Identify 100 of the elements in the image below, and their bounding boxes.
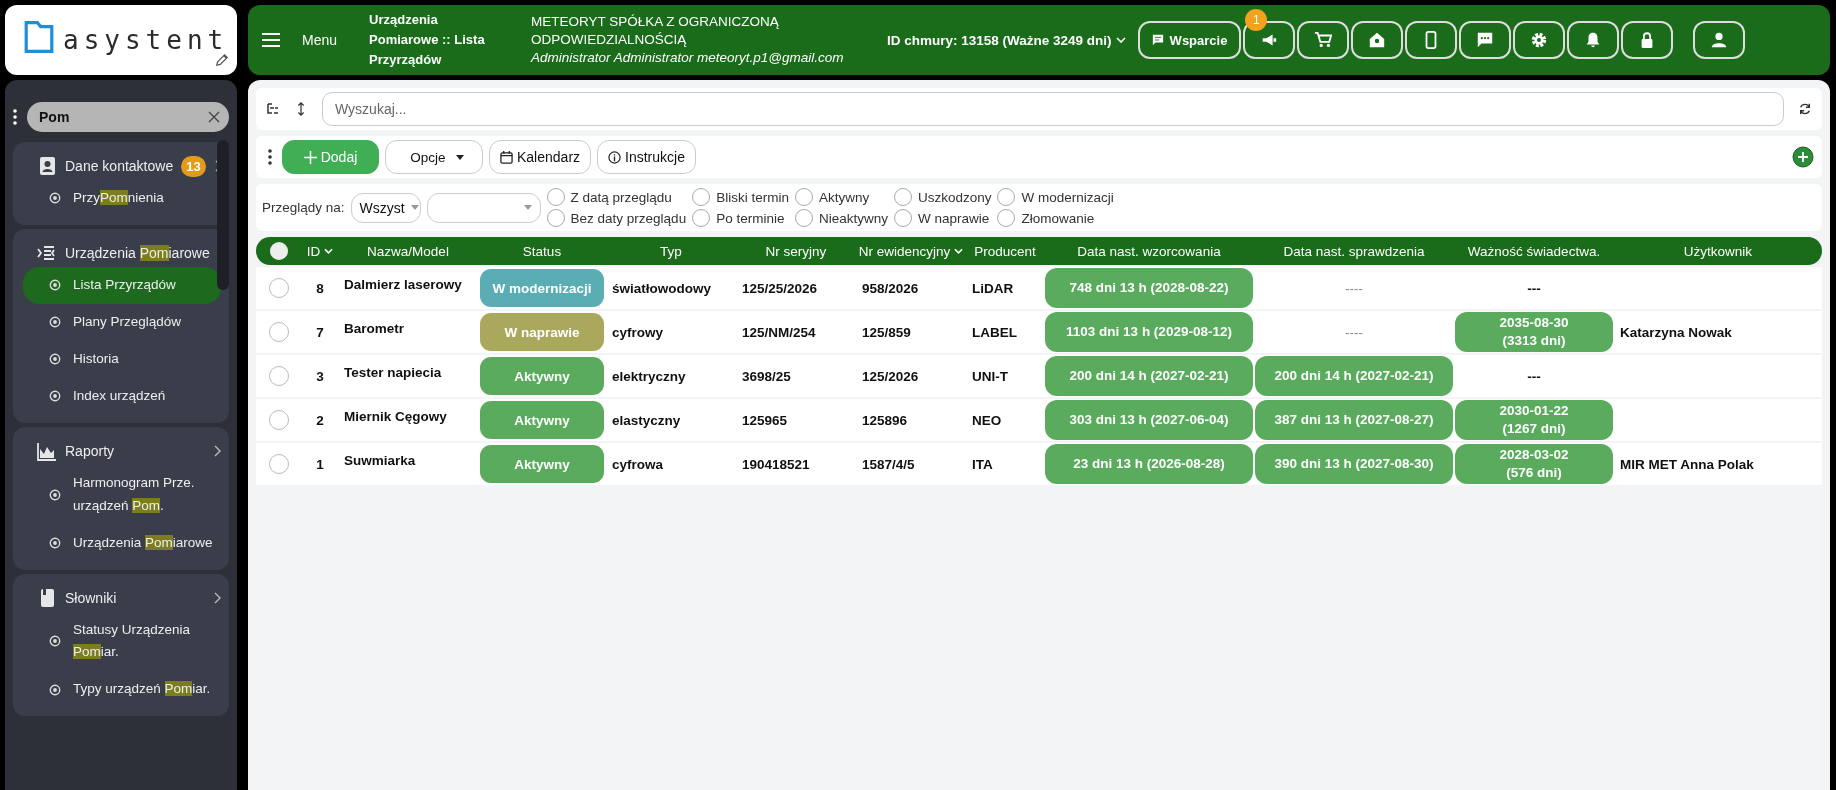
chevron-right-icon[interactable]: [213, 444, 221, 457]
cart-icon: [1314, 31, 1333, 49]
column-header[interactable]: Nr seryjny: [736, 243, 856, 259]
filter-checkbox[interactable]: Nieaktywny: [794, 209, 892, 227]
radio-dot-icon: [49, 683, 61, 696]
support-button[interactable]: Wsparcie: [1137, 21, 1242, 59]
table-row[interactable]: 2 Miernik Cęgowy Aktywny elastyczny 125965 125896 NEO 303 dni 13 h (2027-06-04) 387 dni 13 h (2027-08-27) 2030-01-22 (1267 dni): [256, 399, 1822, 441]
options-dropdown[interactable]: Opcje: [385, 140, 483, 174]
filter-checkbox[interactable]: Po terminie: [692, 209, 793, 227]
scrollbar[interactable]: [217, 140, 229, 290]
row-checkbox[interactable]: [269, 278, 289, 298]
row-checkbox[interactable]: [269, 366, 289, 386]
column-header[interactable]: Data nast. sprawdzenia: [1254, 243, 1454, 259]
menu-item[interactable]: Typy urządzeń Pomiar.: [23, 671, 221, 709]
row-checkbox[interactable]: [269, 454, 289, 474]
column-header[interactable]: Użytkownik: [1614, 243, 1822, 259]
column-header[interactable]: Ważność świadectwa.: [1454, 243, 1614, 259]
chevron-right-icon[interactable]: [213, 591, 221, 604]
menu-item[interactable]: Statusy Urządzenia Pomiar.: [23, 611, 221, 672]
date-pill: 200 dni 14 h (2027-02-21): [1255, 356, 1453, 396]
table-cell-text: cyfrowa: [611, 456, 665, 472]
table-cell-text: 125/NM/254: [741, 324, 817, 340]
row-checkbox[interactable]: [269, 410, 289, 430]
column-header[interactable]: Data nast. wzorcowania: [1044, 243, 1254, 259]
filter-checkbox[interactable]: W naprawie: [893, 209, 996, 227]
cloud-id-dropdown[interactable]: ID chmury: 13158 (Ważne 3249 dni): [887, 32, 1126, 48]
status-pill: W modernizacji: [480, 269, 604, 307]
chat-button[interactable]: [1459, 21, 1512, 59]
column-header[interactable]: Status: [478, 243, 606, 259]
caret-icon: [410, 205, 419, 210]
phone-button[interactable]: [1405, 21, 1458, 59]
period-select[interactable]: Wszyst: [350, 192, 421, 223]
column-header[interactable]: Producent: [966, 243, 1044, 259]
menu-item[interactable]: PrzyPomnienia: [23, 180, 221, 217]
chat-icon: [1151, 34, 1164, 46]
table-row[interactable]: 1 Suwmiarka Aktywny cyfrowa 190418521 1587/4/5 ITA 23 dni 13 h (2026-08-28) 390 dni 13 h (2027-08-30) 2028-03-02 (576 dni) MIR MET Anna Polak: [256, 443, 1822, 485]
date-pill: 200 dni 14 h (2027-02-21): [1045, 356, 1253, 396]
search-field[interactable]: Wyszukaj...: [322, 92, 1784, 126]
column-header[interactable]: Nr ewidencyjny: [856, 243, 966, 259]
menu-group-label[interactable]: Raporty: [65, 442, 115, 459]
menu-item[interactable]: Harmonogram Prze. urządzeń Pom.: [23, 464, 221, 525]
settings-icon: [1530, 31, 1549, 49]
table-cell-text: MIR MET Anna Polak: [1619, 456, 1755, 472]
table-row[interactable]: 3 Tester napiecia Aktywny elektryczny 3698/25 125/2026 UNI-T 200 dni 14 h (2027-02-21) 200 dni 14 h (2027-02-21) ---: [256, 355, 1822, 397]
menu-icon[interactable]: [262, 33, 280, 47]
home-button[interactable]: [1351, 21, 1404, 59]
refresh-icon[interactable]: [1798, 102, 1812, 116]
menu-group-label[interactable]: Dane kontaktowe: [65, 158, 174, 174]
column-header[interactable]: ID: [302, 243, 338, 259]
table-cell-text: 125/859: [861, 324, 912, 340]
column-header[interactable]: Typ: [606, 243, 736, 259]
notifications-button[interactable]: [1567, 21, 1620, 59]
table-cell: ---: [1527, 280, 1541, 296]
user-button[interactable]: [1693, 21, 1746, 59]
filter-label: Przeglądy na:: [262, 200, 345, 215]
menu-item[interactable]: Historia: [23, 340, 221, 378]
kebab-menu-icon[interactable]: [13, 109, 17, 125]
kebab-menu-icon[interactable]: [268, 149, 272, 165]
add-circle-icon[interactable]: [1792, 146, 1814, 168]
select-all-checkbox[interactable]: [270, 242, 288, 260]
table-row[interactable]: 7 Barometr W naprawie cyfrowy 125/NM/254 125/859 LABEL 1103 dni 13 h (2029-08-12) ---- 2035-08-30 (3313 dni) Katarzyna Nowak: [256, 311, 1822, 353]
menu-group-label[interactable]: Urządzenia Pomiarowe: [65, 244, 210, 261]
menu-item[interactable]: Plany Przeglądów: [23, 303, 221, 341]
filter-checkbox[interactable]: Złomowanie: [997, 209, 1118, 227]
clear-icon[interactable]: [208, 111, 220, 123]
calendar-icon: [500, 150, 513, 164]
filter-checkbox[interactable]: Aktywny: [794, 188, 892, 206]
caret-icon: [455, 154, 464, 160]
status-pill: W naprawie: [480, 313, 604, 351]
table-cell-text: 1: [315, 456, 325, 472]
menu-label[interactable]: Menu: [302, 32, 338, 48]
chat-icon: [1476, 31, 1495, 49]
filter-checkbox[interactable]: Bez daty przeglądu: [546, 209, 691, 227]
settings-button[interactable]: [1513, 21, 1566, 59]
table-row[interactable]: 8 Dalmierz laserowy W modernizacji światłowodowy 125/25/2026 958/2026 LiDAR 748 dni 13 h (2028-08-22) ---- ---: [256, 267, 1822, 309]
date-pill: 23 dni 13 h (2026-08-28): [1045, 444, 1253, 484]
menu-group-label[interactable]: Słowniki: [65, 589, 117, 606]
date-pill: 2035-08-30 (3313 dni): [1455, 312, 1613, 352]
cart-button[interactable]: [1297, 21, 1350, 59]
tree-view-icon[interactable]: [266, 102, 280, 116]
menu-item[interactable]: Index urządzeń: [23, 377, 221, 415]
filter-checkbox[interactable]: Uszkodzony: [893, 188, 996, 206]
filter-checkbox[interactable]: Z datą przeglądu: [546, 188, 691, 206]
menu-search-field[interactable]: Pom: [27, 102, 229, 132]
table-cell-text: elastyczny: [611, 412, 682, 428]
lock-button[interactable]: [1621, 21, 1674, 59]
calendar-button[interactable]: Kalendarz: [489, 140, 592, 174]
menu-item[interactable]: Lista Przyrządów: [23, 266, 221, 304]
filter-checkbox[interactable]: W modernizacji: [997, 188, 1118, 206]
table-cell-text: 1587/4/5: [861, 456, 916, 472]
pencil-icon[interactable]: [215, 53, 229, 67]
instructions-button[interactable]: Instrukcje: [597, 140, 696, 174]
column-header[interactable]: Nazwa/Model: [338, 243, 478, 259]
radio-dot-icon: [49, 488, 61, 501]
notification-badge: 1: [1245, 9, 1268, 31]
table-cell-text: 125/25/2026: [741, 280, 819, 296]
filter-checkbox[interactable]: Bliski termin: [692, 188, 793, 206]
menu-item[interactable]: Urządzenia Pomiarowe: [23, 524, 221, 562]
table-cell-text: 125896: [861, 412, 909, 428]
row-checkbox[interactable]: [269, 322, 289, 342]
